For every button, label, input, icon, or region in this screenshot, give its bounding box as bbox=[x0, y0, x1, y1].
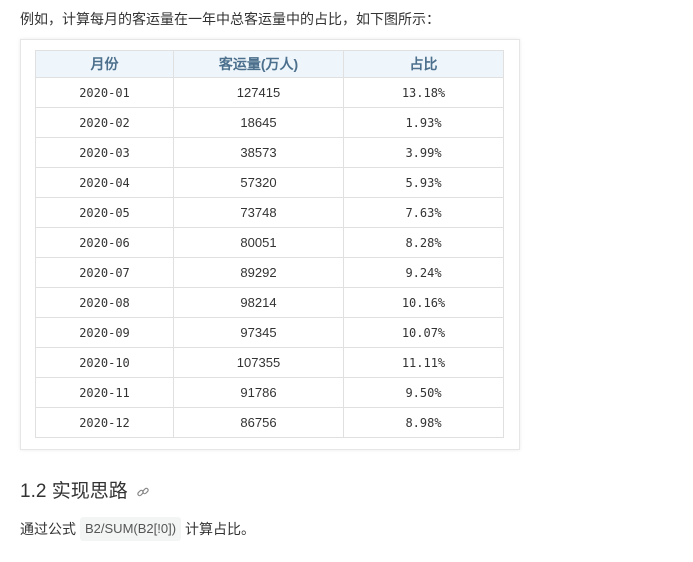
cell-ratio: 10.16% bbox=[343, 287, 504, 318]
cell-month: 2020-07 bbox=[35, 257, 174, 288]
cell-volume: 73748 bbox=[173, 197, 344, 228]
cell-month: 2020-03 bbox=[35, 137, 174, 168]
cell-ratio: 9.24% bbox=[343, 257, 504, 288]
cell-month: 2020-05 bbox=[35, 197, 174, 228]
header-volume: 客运量(万人) bbox=[173, 50, 344, 78]
header-ratio: 占比 bbox=[343, 50, 504, 78]
cell-ratio: 10.07% bbox=[343, 317, 504, 348]
cell-month: 2020-12 bbox=[35, 407, 174, 438]
cell-volume: 38573 bbox=[173, 137, 344, 168]
table-header-row: 月份 客运量(万人) 占比 bbox=[35, 50, 504, 78]
cell-volume: 57320 bbox=[173, 167, 344, 198]
cell-volume: 98214 bbox=[173, 287, 344, 318]
paragraph-text-before: 通过公式 bbox=[20, 521, 76, 537]
cell-volume: 86756 bbox=[173, 407, 344, 438]
table-row: 2020-12 86756 8.98% bbox=[35, 407, 504, 438]
cell-month: 2020-10 bbox=[35, 347, 174, 378]
table-row: 2020-01 127415 13.18% bbox=[35, 77, 504, 108]
cell-ratio: 1.93% bbox=[343, 107, 504, 138]
table-image-card: 月份 客运量(万人) 占比 2020-01 127415 13.18% 2020… bbox=[20, 39, 520, 450]
cell-volume: 97345 bbox=[173, 317, 344, 348]
cell-month: 2020-09 bbox=[35, 317, 174, 348]
table-row: 2020-03 38573 3.99% bbox=[35, 137, 504, 168]
link-icon[interactable] bbox=[136, 483, 150, 497]
cell-ratio: 8.98% bbox=[343, 407, 504, 438]
cell-volume: 89292 bbox=[173, 257, 344, 288]
table-row: 2020-02 18645 1.93% bbox=[35, 107, 504, 138]
intro-text: 例如，计算每月的客运量在一年中总客运量中的占比，如下图所示： bbox=[20, 11, 440, 27]
table-row: 2020-09 97345 10.07% bbox=[35, 317, 504, 348]
table-row: 2020-04 57320 5.93% bbox=[35, 167, 504, 198]
cell-month: 2020-08 bbox=[35, 287, 174, 318]
table-row: 2020-11 91786 9.50% bbox=[35, 377, 504, 408]
header-month: 月份 bbox=[35, 50, 174, 78]
section-heading: 1.2 实现思路 bbox=[20, 476, 150, 503]
cell-month: 2020-06 bbox=[35, 227, 174, 258]
passenger-volume-table: 月份 客运量(万人) 占比 2020-01 127415 13.18% 2020… bbox=[35, 50, 504, 438]
paragraph-text-after: 计算占比。 bbox=[185, 521, 256, 537]
cell-month: 2020-01 bbox=[35, 77, 174, 108]
table-row: 2020-08 98214 10.16% bbox=[35, 287, 504, 318]
cell-month: 2020-04 bbox=[35, 167, 174, 198]
cell-ratio: 7.63% bbox=[343, 197, 504, 228]
cell-ratio: 8.28% bbox=[343, 227, 504, 258]
cell-ratio: 9.50% bbox=[343, 377, 504, 408]
cell-month: 2020-11 bbox=[35, 377, 174, 408]
cell-month: 2020-02 bbox=[35, 107, 174, 138]
cell-ratio: 5.93% bbox=[343, 167, 504, 198]
cell-ratio: 13.18% bbox=[343, 77, 504, 108]
table-row: 2020-07 89292 9.24% bbox=[35, 257, 504, 288]
method-paragraph: 通过公式 B2/SUM(B2[!0]) 计算占比。 bbox=[20, 517, 255, 541]
cell-ratio: 11.11% bbox=[343, 347, 504, 378]
cell-volume: 127415 bbox=[173, 77, 344, 108]
cell-volume: 107355 bbox=[173, 347, 344, 378]
cell-volume: 91786 bbox=[173, 377, 344, 408]
cell-ratio: 3.99% bbox=[343, 137, 504, 168]
table-row: 2020-10 107355 11.11% bbox=[35, 347, 504, 378]
formula-code: B2/SUM(B2[!0]) bbox=[80, 517, 182, 541]
table-row: 2020-05 73748 7.63% bbox=[35, 197, 504, 228]
cell-volume: 18645 bbox=[173, 107, 344, 138]
cell-volume: 80051 bbox=[173, 227, 344, 258]
table-row: 2020-06 80051 8.28% bbox=[35, 227, 504, 258]
section-heading-text: 1.2 实现思路 bbox=[20, 481, 128, 502]
